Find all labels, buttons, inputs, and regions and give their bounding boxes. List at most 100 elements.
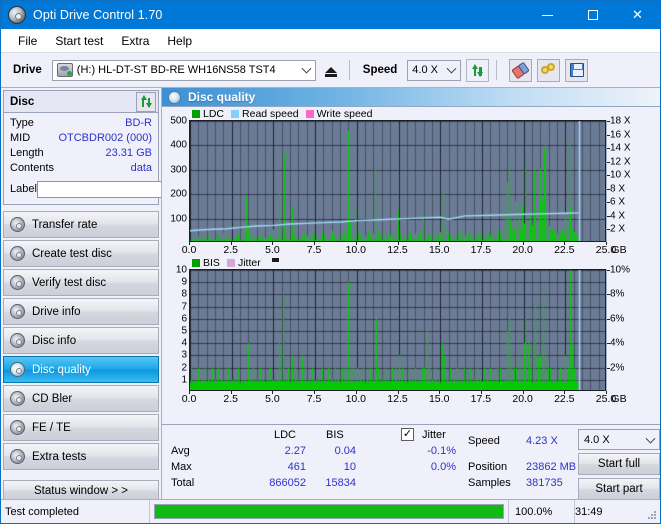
menu-bar: File Start test Extra Help <box>1 29 660 53</box>
disc-row-contents-key: Contents <box>10 162 55 174</box>
x-tick-label: 15.0 <box>428 244 450 256</box>
legend-swatch-bis <box>192 258 200 267</box>
legend-swatch-read-speed <box>231 109 240 118</box>
menu-help[interactable]: Help <box>158 31 201 51</box>
x-tick-label: 10.0 <box>345 244 367 256</box>
jitter-checkbox[interactable]: ✓ <box>401 428 414 441</box>
eject-button[interactable] <box>319 59 342 81</box>
eraser-icon <box>511 61 531 79</box>
sidebar-item-label: Transfer rate <box>32 218 98 231</box>
minimize-icon[interactable] <box>525 1 570 29</box>
speed-select[interactable]: 4.0 X <box>407 59 462 81</box>
sidebar-item-disc-info[interactable]: Disc info <box>3 327 159 354</box>
y2-tick-label: 12 X <box>610 156 631 168</box>
sidebar-item-create-test-disc[interactable]: Create test disc <box>3 240 159 267</box>
sidebar-item-label: Verify test disc <box>32 276 107 289</box>
x-tick-label: 17.5 <box>470 393 492 405</box>
sidebar-item-label: Create test disc <box>32 247 112 260</box>
stats-grid: LDC BIS ✓ Jitter Avg 2.27 0.04 -0.1% Max… <box>166 428 660 500</box>
title-bar: Opti Drive Control 1.70 ✕ <box>1 1 660 29</box>
x-tick-mark <box>189 242 190 245</box>
sidebar-item-fe-te[interactable]: FE / TE <box>3 414 159 441</box>
stats-avg-bis: 0.04 <box>334 445 356 457</box>
y2-tick-label: 10 X <box>610 169 631 181</box>
save-button[interactable] <box>565 58 589 82</box>
x-tick-label: 0.0 <box>181 393 197 405</box>
stats-header-ldc: LDC <box>274 429 297 441</box>
app-disc-icon <box>8 6 26 24</box>
x-tick-mark <box>355 391 357 394</box>
disc-row-mid: MID OTCBDR002 (000) <box>10 131 152 146</box>
x-tick-mark <box>480 391 482 394</box>
sidebar-item-transfer-rate[interactable]: Transfer rate <box>3 211 159 238</box>
y2-tick-mark <box>607 343 610 345</box>
menu-start-test[interactable]: Start test <box>46 31 112 51</box>
disc-icon <box>10 217 25 232</box>
x-axis-unit: GB <box>611 244 627 256</box>
sidebar-item-label: Disc info <box>32 334 77 347</box>
legend-marker-icon <box>271 258 279 262</box>
speed-label: Speed <box>362 64 398 76</box>
resize-grip-icon[interactable] <box>648 511 657 520</box>
drive-label: Drive <box>13 64 42 76</box>
stats-total-ldc: 866052 <box>269 477 306 489</box>
disc-row-type-value: BD-R <box>125 117 152 129</box>
x-tick-mark <box>439 391 441 394</box>
refresh-button[interactable] <box>466 58 490 82</box>
sidebar-item-extra-tests[interactable]: Extra tests <box>3 443 159 470</box>
x-tick-label: 5.0 <box>265 244 280 256</box>
save-icon <box>569 63 584 77</box>
chart-ldc-plot <box>189 120 606 242</box>
test-speed-value: 4.0 X <box>584 433 610 446</box>
disc-icon <box>10 420 25 435</box>
start-full-button[interactable]: Start full <box>578 453 660 475</box>
sidebar-nav: Transfer rate Create test disc Verify te… <box>1 211 161 470</box>
chart-bis: BIS Jitter 1 2 3 4 5 6 7 8 9 10 2% 4% 6% 8% 10% 0.0 2.… <box>162 256 660 405</box>
x-tick-mark <box>564 391 566 394</box>
test-speed-select[interactable]: 4.0 X <box>578 429 660 450</box>
disc-refresh-button[interactable] <box>136 91 156 112</box>
start-part-button[interactable]: Start part <box>578 478 660 500</box>
status-window-button[interactable]: Status window > > <box>3 480 159 501</box>
sidebar-item-cd-bler[interactable]: CD Bler <box>3 385 159 412</box>
disc-quality-icon <box>168 90 181 104</box>
legend-label-ldc: LDC <box>203 107 225 120</box>
menu-extra[interactable]: Extra <box>112 31 158 51</box>
maximize-icon[interactable] <box>570 1 615 29</box>
x-tick-mark <box>606 242 607 245</box>
close-icon[interactable]: ✕ <box>615 1 660 29</box>
chevron-down-icon <box>301 63 312 74</box>
disc-row-length: Length 23.31 GB <box>10 146 152 161</box>
y2-tick-label: 4% <box>610 337 625 349</box>
disc-row-type: Type BD-R <box>10 116 152 131</box>
menu-file[interactable]: File <box>9 31 46 51</box>
chart-bis-x-axis: 0.0 2.5 5.0 7.5 10.0 12.5 15.0 17.5 20.0 22.5 25.0… <box>182 391 627 405</box>
window-controls: ✕ <box>525 1 660 29</box>
y-tick-label: 1 <box>181 374 187 386</box>
keys-button[interactable] <box>537 58 561 82</box>
y-tick-label: 9 <box>181 276 187 288</box>
drive-select[interactable]: (H:) HL-DT-ST BD-RE WH16NS58 TST4 <box>51 59 316 81</box>
y2-tick-label: 4 X <box>610 210 626 222</box>
x-tick-label: 12.5 <box>387 244 408 256</box>
erase-button[interactable] <box>509 58 533 82</box>
disc-row-type-key: Type <box>10 117 34 129</box>
progress-bar <box>154 504 504 519</box>
disc-icon <box>10 449 25 464</box>
x-tick-mark <box>606 391 607 394</box>
x-tick-label: 7.5 <box>306 244 322 256</box>
jitter-label: Jitter <box>422 429 446 441</box>
disc-icon <box>10 304 25 319</box>
x-tick-label: 17.5 <box>470 244 492 256</box>
x-tick-mark <box>564 242 566 245</box>
sidebar-item-verify-test-disc[interactable]: Verify test disc <box>3 269 159 296</box>
page-title: Disc quality <box>188 90 256 104</box>
y2-tick-label: 8% <box>610 288 625 300</box>
sidebar: Disc Type BD-R MID OTCBDR002 (000) Lengt… <box>1 88 239 523</box>
sidebar-item-drive-info[interactable]: Drive info <box>3 298 159 325</box>
y-tick-label: 4 <box>181 337 187 349</box>
sidebar-item-disc-quality[interactable]: Disc quality <box>3 356 159 383</box>
disc-icon <box>10 391 25 406</box>
disc-row-contents-value: data <box>130 162 152 174</box>
y-tick-label: 6 <box>181 313 187 325</box>
